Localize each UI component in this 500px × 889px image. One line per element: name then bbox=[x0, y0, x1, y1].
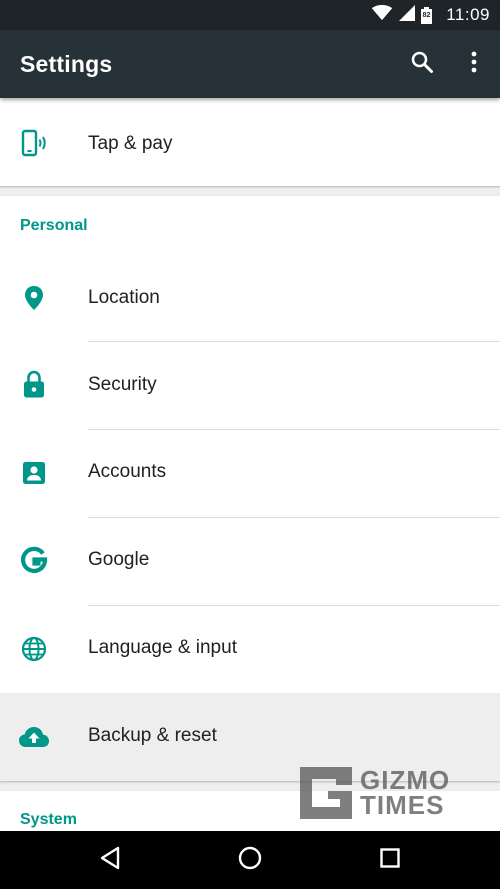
settings-item-tap-pay[interactable]: Tap & pay bbox=[0, 98, 500, 186]
back-button[interactable] bbox=[95, 845, 125, 875]
location-icon bbox=[18, 282, 50, 314]
watermark-line2: TIMES bbox=[360, 790, 445, 820]
settings-item-accounts[interactable]: Accounts bbox=[0, 430, 500, 518]
status-icons: 82 bbox=[371, 4, 432, 26]
search-icon bbox=[410, 50, 434, 79]
navigation-bar bbox=[0, 831, 500, 889]
settings-item-label: Security bbox=[88, 374, 157, 395]
settings-card-personal: Personal Location Security Accounts Goog… bbox=[0, 196, 500, 781]
settings-item-label: Google bbox=[88, 549, 150, 570]
gizmotimes-logo-icon bbox=[300, 767, 352, 819]
account-box-icon bbox=[18, 457, 50, 489]
settings-item-label: Accounts bbox=[88, 461, 167, 482]
lock-icon bbox=[18, 368, 50, 400]
wifi-icon bbox=[371, 4, 393, 26]
watermark-logo: GIZMO TIMES bbox=[300, 767, 450, 819]
settings-card-wireless: Tap & pay bbox=[0, 98, 500, 186]
settings-item-location[interactable]: Location bbox=[0, 254, 500, 342]
app-bar: Settings bbox=[0, 30, 500, 98]
settings-item-security[interactable]: Security bbox=[0, 342, 500, 430]
status-time: 11:09 bbox=[446, 5, 490, 24]
more-options-button[interactable] bbox=[460, 50, 488, 78]
tap-and-pay-icon bbox=[18, 127, 50, 159]
section-header-personal: Personal bbox=[20, 217, 88, 234]
settings-list: Tap & pay Personal Location Security Acc… bbox=[0, 98, 500, 831]
home-button[interactable] bbox=[235, 845, 265, 875]
settings-item-google[interactable]: Google bbox=[0, 518, 500, 606]
settings-item-language-input[interactable]: Language & input bbox=[0, 606, 500, 694]
settings-item-label: Location bbox=[88, 287, 160, 308]
more-vert-icon bbox=[470, 50, 478, 79]
settings-item-label: Backup & reset bbox=[88, 725, 217, 746]
google-icon bbox=[18, 545, 50, 577]
status-bar: 82 11:09 bbox=[0, 0, 500, 30]
battery-level: 82 bbox=[422, 11, 431, 19]
globe-icon bbox=[18, 633, 50, 665]
settings-item-label: Language & input bbox=[88, 637, 237, 658]
cloud-upload-icon bbox=[18, 721, 50, 753]
section-header-system: System bbox=[20, 811, 77, 828]
cell-signal-icon bbox=[399, 4, 415, 26]
settings-item-label: Tap & pay bbox=[88, 133, 173, 154]
home-circle-icon bbox=[237, 845, 263, 876]
recents-square-icon bbox=[379, 847, 401, 874]
recents-button[interactable] bbox=[375, 845, 405, 875]
battery-icon: 82 bbox=[421, 6, 432, 24]
page-title: Settings bbox=[20, 51, 113, 77]
search-button[interactable] bbox=[408, 50, 436, 78]
back-triangle-icon bbox=[99, 846, 121, 875]
